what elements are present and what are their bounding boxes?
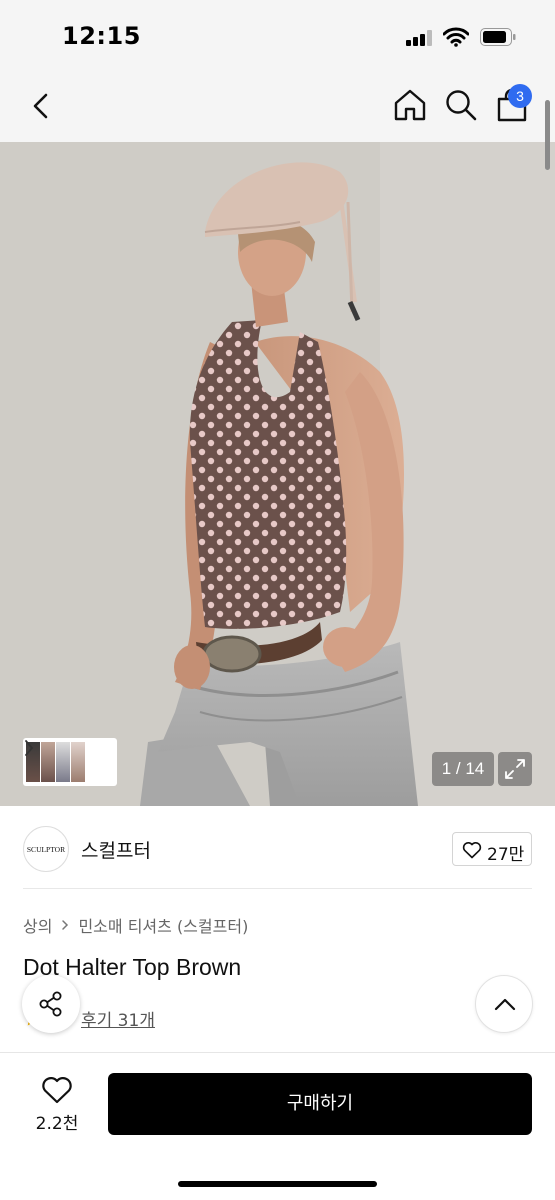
share-icon [39, 991, 62, 1017]
product-image-gallery[interactable]: 1 / 14 [0, 142, 555, 806]
image-counter: 1 / 14 [432, 752, 494, 786]
wish-count: 2.2천 [35, 1114, 79, 1134]
seller-like-button[interactable]: 27만 [452, 832, 532, 866]
breadcrumb-subcategory[interactable]: 민소매 티셔츠 (스컬프터) [78, 913, 248, 937]
seller-row[interactable]: SCULPTOR 스컬프터 27만 [0, 806, 555, 890]
chevron-right-icon [25, 740, 34, 756]
home-icon[interactable] [392, 87, 428, 123]
cellular-signal-icon [406, 30, 434, 46]
heart-icon [462, 842, 482, 859]
wifi-icon [443, 27, 469, 47]
top-navigation-bar [0, 70, 555, 142]
expand-icon [505, 759, 525, 779]
thumbnail-4[interactable] [71, 742, 85, 782]
thumbnail-strip[interactable] [23, 738, 117, 786]
heart-icon[interactable] [41, 1075, 73, 1105]
status-bar: 12:15 [0, 0, 555, 70]
product-photo [0, 142, 555, 806]
search-icon[interactable] [443, 87, 479, 123]
expand-button[interactable] [498, 752, 532, 786]
battery-icon [480, 28, 516, 46]
thumbnail-3[interactable] [56, 742, 70, 782]
back-icon[interactable] [26, 90, 56, 122]
seller-logo[interactable]: SCULPTOR [23, 826, 69, 872]
cart-count-badge: 3 [508, 84, 532, 108]
breadcrumb: 상의 민소매 티셔츠 (스컬프터) [23, 914, 248, 936]
home-indicator [178, 1181, 377, 1187]
share-button[interactable] [22, 975, 80, 1033]
breadcrumb-category[interactable]: 상의 [23, 913, 52, 937]
scroll-to-top-button[interactable] [475, 975, 533, 1033]
scrollbar[interactable] [545, 100, 550, 170]
buy-button[interactable]: 구매하기 [108, 1073, 532, 1135]
review-link[interactable]: 후기 31개 [81, 1006, 155, 1031]
chevron-right-icon [62, 920, 69, 930]
chevron-up-icon [494, 998, 516, 1011]
status-time: 12:15 [62, 22, 141, 50]
bottom-action-bar: 2.2천 구매하기 [0, 1052, 555, 1200]
divider [23, 888, 532, 889]
thumbnail-2[interactable] [41, 742, 55, 782]
seller-like-count: 27만 [487, 845, 525, 865]
seller-name[interactable]: 스컬프터 [81, 836, 151, 863]
